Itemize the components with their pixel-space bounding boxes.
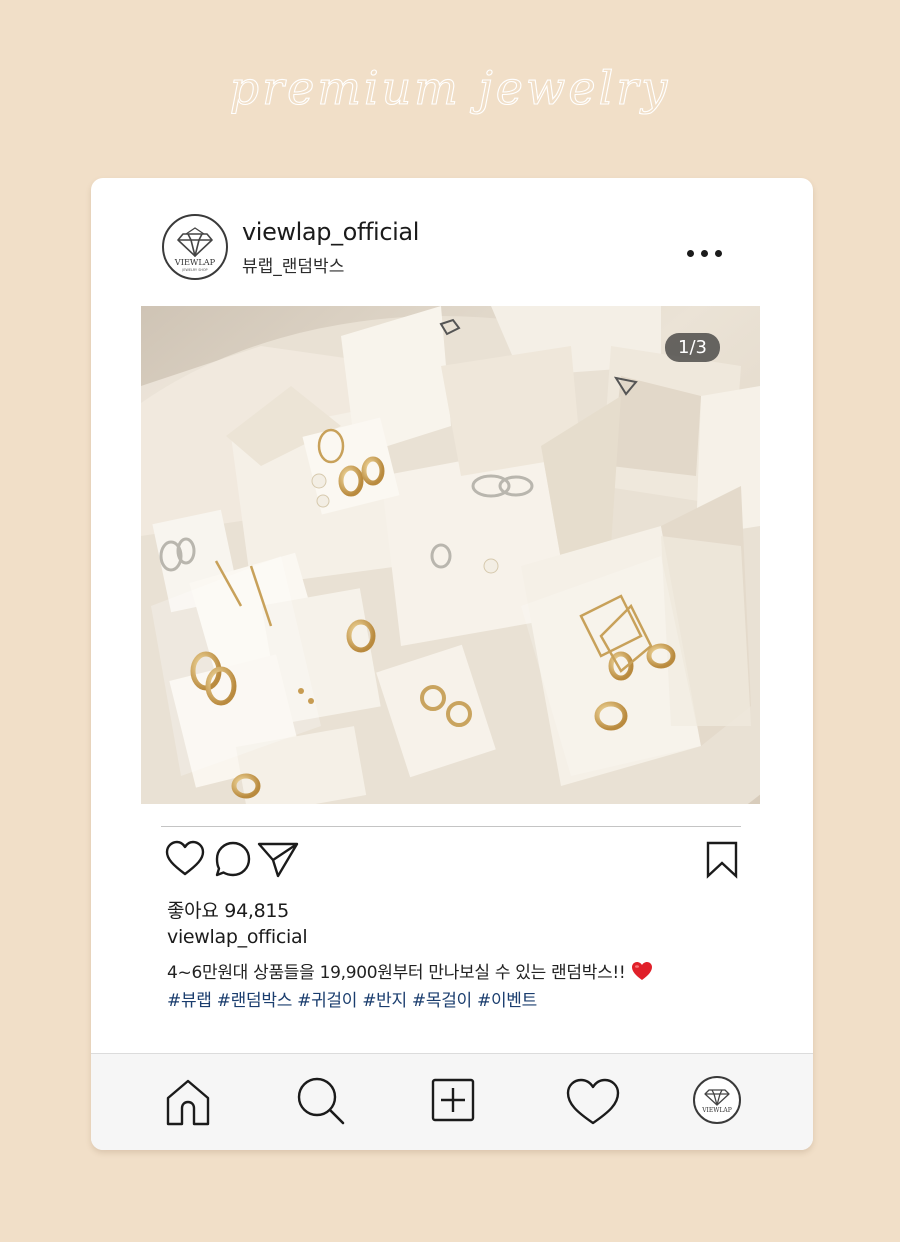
profile-avatar[interactable]: VIEWLAP bbox=[693, 1076, 741, 1124]
more-dot-icon bbox=[700, 249, 708, 257]
nav-avatar-logo-text: VIEWLAP bbox=[701, 1107, 732, 1114]
bookmark-icon[interactable] bbox=[705, 840, 739, 880]
post-header: VIEWLAP JEWELRY SHOP viewlap_official 뷰랩… bbox=[162, 213, 742, 283]
viewlap-logo-icon: VIEWLAP JEWELRY SHOP bbox=[174, 227, 216, 272]
home-icon[interactable] bbox=[165, 1078, 211, 1126]
search-icon[interactable] bbox=[296, 1076, 346, 1126]
hashtags[interactable]: #뷰랩 #랜덤박스 #귀걸이 #반지 #목걸이 #이벤트 bbox=[167, 986, 537, 1011]
more-dot-icon bbox=[714, 249, 722, 257]
heart-icon[interactable] bbox=[165, 840, 205, 880]
red-heart-emoji-icon bbox=[632, 962, 653, 980]
jewelry-boxes-photo bbox=[141, 306, 760, 804]
add-post-icon[interactable] bbox=[431, 1078, 475, 1122]
avatar-logo-text: VIEWLAP bbox=[174, 257, 216, 267]
comment-icon[interactable] bbox=[214, 840, 252, 880]
more-dot-icon bbox=[686, 249, 694, 257]
post-username[interactable]: viewlap_official bbox=[242, 218, 419, 246]
heading-text: premium jewelry bbox=[230, 61, 671, 115]
image-counter-badge: 1/3 bbox=[665, 333, 720, 362]
likes-count[interactable]: 좋아요 94,815 bbox=[167, 896, 289, 923]
post-divider bbox=[161, 826, 741, 827]
send-icon[interactable] bbox=[257, 840, 299, 880]
activity-heart-icon[interactable] bbox=[566, 1078, 620, 1126]
instagram-post-card: VIEWLAP JEWELRY SHOP viewlap_official 뷰랩… bbox=[91, 178, 813, 1150]
page-heading: premium jewelry bbox=[0, 52, 900, 132]
post-photo[interactable]: 1/3 bbox=[141, 306, 760, 804]
post-action-bar bbox=[165, 840, 745, 884]
bottom-navigation-bar: VIEWLAP bbox=[91, 1053, 813, 1150]
caption-text: 4~6만원대 상품들을 19,900원부터 만나보실 수 있는 랜덤박스!! bbox=[167, 958, 653, 983]
heading-script-svg: premium jewelry bbox=[229, 60, 671, 115]
caption-username[interactable]: viewlap_official bbox=[167, 926, 308, 948]
profile-avatar[interactable]: VIEWLAP JEWELRY SHOP bbox=[162, 214, 228, 280]
avatar-logo-subtext: JEWELRY SHOP bbox=[181, 268, 207, 272]
caption-body: 4~6만원대 상품들을 19,900원부터 만나보실 수 있는 랜덤박스!! bbox=[167, 963, 626, 983]
post-location[interactable]: 뷰랩_랜덤박스 bbox=[242, 252, 344, 277]
more-options-button[interactable] bbox=[674, 238, 734, 268]
viewlap-logo-icon: VIEWLAP bbox=[701, 1089, 732, 1114]
